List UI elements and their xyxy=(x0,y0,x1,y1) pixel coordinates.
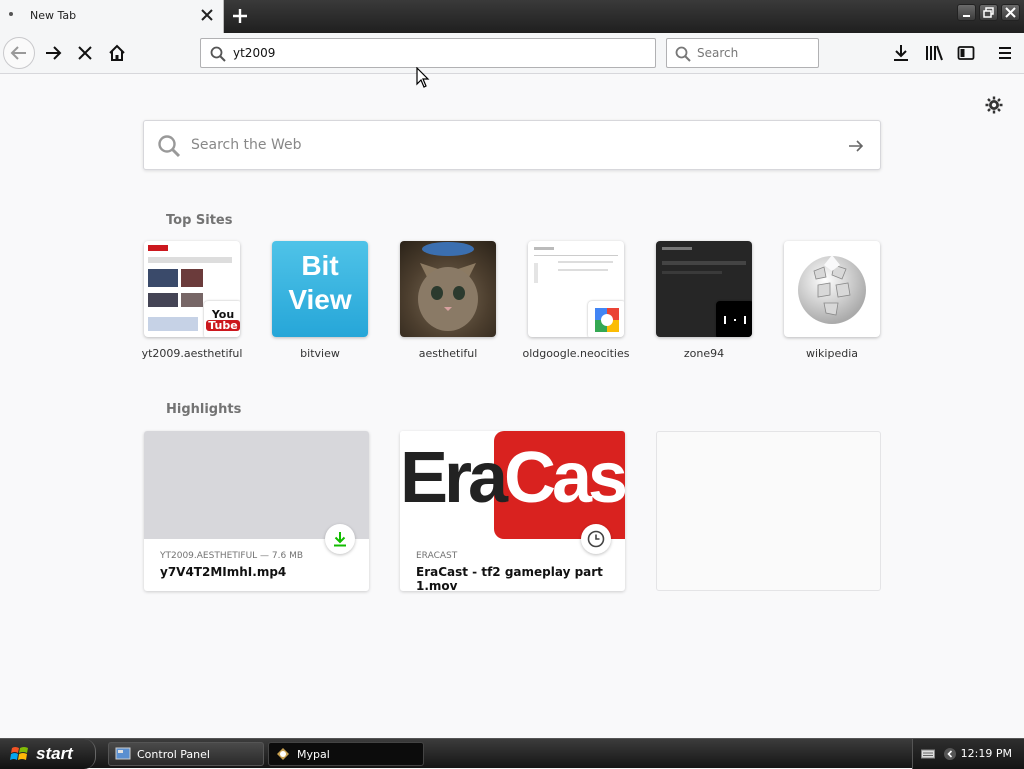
cat-image xyxy=(418,242,478,331)
site-thumbnail: You Tube xyxy=(144,241,240,337)
pong-favicon xyxy=(716,301,752,337)
google-logo-icon xyxy=(595,308,619,332)
highlights-heading: Highlights xyxy=(166,402,242,417)
restore-icon xyxy=(983,7,994,18)
google-favicon xyxy=(588,301,624,337)
home-button[interactable] xyxy=(101,37,133,69)
clock: 12:19 PM xyxy=(960,747,1012,760)
minimize-button[interactable] xyxy=(957,4,976,21)
taskbar: start Control Panel Mypal 12:19 PM xyxy=(0,738,1024,769)
sidebar-icon[interactable] xyxy=(957,44,975,62)
site-thumbnail xyxy=(656,241,752,337)
minimize-icon xyxy=(962,14,970,17)
highlight-meta: YT2009.AESTHETIFUL — 7.6 MB xyxy=(160,551,304,561)
highlight-title: y7V4T2MImhI.mp4 xyxy=(160,565,287,579)
show-hidden-icons-icon[interactable] xyxy=(943,747,957,761)
highlight-card-eracast[interactable]: Era Cast ERACAST EraCast - tf2 gameplay … xyxy=(400,431,625,591)
top-site-label: wikipedia xyxy=(805,347,858,360)
mypal-icon xyxy=(277,748,289,760)
site-thumbnail xyxy=(528,241,624,337)
library-icon[interactable] xyxy=(925,44,943,62)
cat-photo-thumbnail xyxy=(400,241,496,337)
search-icon xyxy=(210,46,226,62)
gear-icon[interactable] xyxy=(984,95,1004,115)
loading-indicator-icon xyxy=(9,12,13,16)
top-site-oldgoogle[interactable]: oldgoogle.neocities xyxy=(523,241,629,360)
tab-strip: New Tab xyxy=(0,0,1024,33)
top-site-wikipedia[interactable]: wikipedia xyxy=(784,241,880,360)
taskbar-item-mypal[interactable]: Mypal xyxy=(268,742,424,766)
search-icon xyxy=(675,46,691,62)
search-icon xyxy=(158,135,181,158)
top-site-zone94[interactable]: zone94 xyxy=(656,241,752,360)
download-badge xyxy=(325,524,355,554)
new-tab-icon[interactable] xyxy=(230,6,250,26)
taskbar-item-label: Mypal xyxy=(297,747,330,761)
close-window-button[interactable] xyxy=(1001,4,1020,21)
tab-title: New Tab xyxy=(30,9,77,22)
restore-button[interactable] xyxy=(979,4,998,21)
taskbar-item-control-panel[interactable]: Control Panel xyxy=(108,742,264,766)
highlight-meta: ERACAST xyxy=(416,551,458,561)
menu-icon[interactable] xyxy=(996,44,1014,62)
top-site-aesthetiful[interactable]: aesthetiful xyxy=(400,241,496,360)
start-button[interactable]: start xyxy=(0,739,96,769)
top-site-yt2009[interactable]: You Tube yt2009.aesthetiful xyxy=(142,241,242,360)
eracast-logo-image: Era Cast xyxy=(400,431,625,539)
forward-arrow-icon xyxy=(46,46,62,60)
downloads-icon[interactable] xyxy=(892,44,910,62)
top-sites-heading: Top Sites xyxy=(166,213,233,228)
stop-icon xyxy=(78,46,92,60)
highlight-card-empty xyxy=(656,431,881,591)
forward-button[interactable] xyxy=(37,37,69,69)
arrow-right-icon[interactable] xyxy=(847,137,865,155)
web-search-placeholder: Search the Web xyxy=(191,137,302,153)
start-label: start xyxy=(36,744,73,763)
wikipedia-globe-icon xyxy=(798,255,866,324)
highlight-card-download[interactable]: YT2009.AESTHETIFUL — 7.6 MB y7V4T2MImhI.… xyxy=(144,431,369,591)
download-icon xyxy=(334,532,346,547)
highlight-title: EraCast - tf2 gameplay part 1.mov xyxy=(416,565,603,591)
mouse-cursor-icon xyxy=(416,67,430,88)
search-placeholder: Search xyxy=(697,46,739,60)
youtube-favicon: You Tube xyxy=(204,301,240,337)
navigation-toolbar: yt2009 Search xyxy=(0,33,1024,74)
url-bar[interactable]: yt2009 xyxy=(200,38,656,68)
highlight-image-placeholder xyxy=(144,431,369,539)
clock-icon xyxy=(587,530,605,548)
url-text: yt2009 xyxy=(233,46,276,60)
home-icon xyxy=(109,44,125,61)
back-button[interactable] xyxy=(3,37,35,69)
taskbar-item-label: Control Panel xyxy=(137,747,210,761)
wikipedia-logo-thumbnail xyxy=(784,241,880,337)
control-panel-icon xyxy=(115,747,131,760)
web-search-box[interactable]: Search the Web xyxy=(143,120,881,170)
top-site-bitview[interactable]: Bit View bitview xyxy=(272,241,368,360)
close-tab-icon[interactable] xyxy=(198,6,216,24)
close-window-icon xyxy=(1005,7,1016,18)
visited-badge xyxy=(581,524,611,554)
windows-logo-icon xyxy=(10,747,28,760)
pong-icon xyxy=(724,316,746,324)
keyboard-icon[interactable] xyxy=(921,748,935,760)
search-bar[interactable]: Search xyxy=(666,38,819,68)
stop-button[interactable] xyxy=(69,37,101,69)
bitview-logo-thumbnail: Bit View xyxy=(272,241,368,337)
window-controls xyxy=(957,4,1020,21)
system-tray: 12:19 PM xyxy=(912,739,1024,769)
tab-new-tab[interactable]: New Tab xyxy=(0,0,224,33)
back-arrow-icon xyxy=(10,46,26,60)
